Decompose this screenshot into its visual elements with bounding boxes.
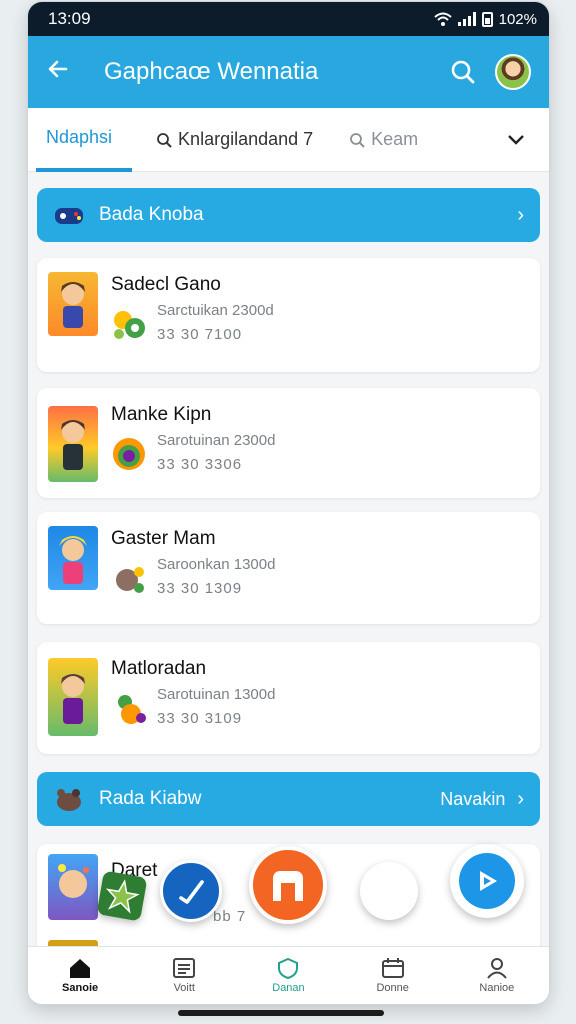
item-score: 33 30 7100 [157, 326, 243, 343]
arch-icon [273, 871, 303, 901]
nav-item-shield[interactable]: Danan [248, 957, 328, 994]
item-subtitle: Saroonkan 1300d [157, 556, 276, 573]
bottom-navigation: Sanoie Voitt Danan Donne Nanioe [28, 946, 549, 1004]
nav-label: Donne [376, 982, 409, 994]
item-name: Manke Kipn [111, 404, 212, 425]
play-button[interactable] [450, 844, 524, 918]
list-item[interactable]: Sadecl Gano Sarctuikan 2300d 33 30 7100 [37, 258, 540, 372]
status-bar: 13:09 102% [28, 2, 549, 36]
edit-button[interactable] [160, 860, 222, 922]
battery-level: 102% [498, 10, 537, 28]
nav-item-home[interactable]: Sanoie [40, 957, 120, 994]
nav-item-calendar[interactable]: Donne [353, 957, 433, 994]
gamepad-icon [53, 203, 85, 227]
app-bar: Gaphcaœ Wennatia [28, 36, 549, 108]
shield-icon [278, 957, 299, 979]
section-2-action[interactable]: Navakin [440, 789, 505, 810]
status-time: 13:09 [48, 9, 91, 28]
item-score: 33 30 1309 [157, 580, 243, 597]
person-icon [487, 958, 507, 979]
item-subtitle: Sarotuinan 2300d [157, 432, 276, 449]
search-icon [350, 132, 365, 148]
item-subtitle: Sarotuinan 1300d [157, 686, 276, 703]
game-icon [109, 558, 149, 598]
tab-1-label: Ndaphsi [46, 127, 113, 147]
page-title: Gaphcaœ Wennatia [104, 58, 319, 85]
character-thumbnail [48, 658, 98, 736]
bear-icon [53, 787, 85, 811]
item-name: Gaster Mam [111, 528, 216, 549]
tabs-dropdown-button[interactable] [507, 108, 525, 172]
character-thumbnail [48, 526, 98, 590]
nav-label: Sanoie [62, 982, 99, 994]
home-indicator[interactable] [178, 1010, 384, 1016]
play-button-inner [459, 853, 515, 909]
star-icon [105, 879, 140, 914]
nav-item-profile[interactable]: Nanioe [457, 957, 537, 994]
home-icon [70, 959, 91, 978]
main-action-button[interactable] [249, 846, 327, 924]
game-icon [109, 434, 149, 474]
tab-3[interactable]: Keam [349, 108, 418, 172]
tab-2[interactable]: Knlargilandand 7 [156, 108, 313, 172]
item-name: Sadecl Gano [111, 274, 221, 295]
search-icon [451, 60, 475, 84]
section-1-label: Bada Knoba [99, 204, 204, 225]
check-icon [179, 880, 204, 904]
tab-3-label: Keam [371, 129, 419, 149]
section-header-1[interactable]: Bada Knoba › [37, 188, 540, 242]
battery-icon [481, 11, 493, 27]
nav-item-list[interactable]: Voitt [144, 957, 224, 994]
section-2-label: Rada Kiabw [99, 788, 202, 809]
search-icon [157, 132, 172, 148]
phone-screen: 13:09 102% Gaphcaœ Wennatia Ndaphsi Knla… [28, 2, 549, 1004]
section-header-2[interactable]: Rada Kiabw Navakin › [37, 772, 540, 826]
calendar-icon [381, 958, 404, 978]
item-score: 33 30 3109 [157, 710, 243, 727]
nav-label: Nanioe [479, 982, 515, 994]
character-thumbnail [48, 272, 98, 336]
wifi-icon [433, 12, 452, 26]
tab-1[interactable]: Ndaphsi [36, 108, 133, 172]
list-icon [173, 958, 196, 978]
status-icons: 102% [433, 10, 537, 28]
game-icon [109, 304, 149, 344]
chevron-right-icon: › [517, 203, 524, 226]
blank-action-button[interactable] [360, 862, 418, 920]
item-score: bb 7 [213, 908, 247, 925]
character-thumbnail [48, 854, 98, 920]
tab-bar: Ndaphsi Knlargilandand 7 Keam [28, 108, 549, 172]
avatar[interactable] [495, 54, 531, 90]
chevron-right-icon: › [517, 787, 524, 810]
search-button[interactable] [443, 52, 483, 92]
star-badge-button[interactable] [96, 870, 148, 922]
signal-icon [457, 12, 476, 26]
list-item[interactable]: Gaster Mam Saroonkan 1300d 33 30 1309 [37, 512, 540, 624]
game-icon [109, 688, 149, 728]
item-score: 33 30 3306 [157, 456, 243, 473]
back-button[interactable] [46, 56, 86, 88]
nav-label: Danan [272, 982, 305, 994]
chevron-down-icon [508, 134, 524, 145]
character-thumbnail [48, 406, 98, 482]
play-icon [480, 871, 497, 891]
item-subtitle: Sarctuikan 2300d [157, 302, 274, 319]
nav-label: Voitt [173, 982, 195, 994]
tab-2-label: Knlargilandand 7 [178, 129, 314, 149]
item-name: Matloradan [111, 658, 207, 679]
list-item[interactable]: Matloradan Sarotuinan 1300d 33 30 3109 [37, 642, 540, 754]
arrow-left-icon [48, 60, 68, 78]
list-item[interactable]: Manke Kipn Sarotuinan 2300d 33 30 3306 [37, 388, 540, 498]
